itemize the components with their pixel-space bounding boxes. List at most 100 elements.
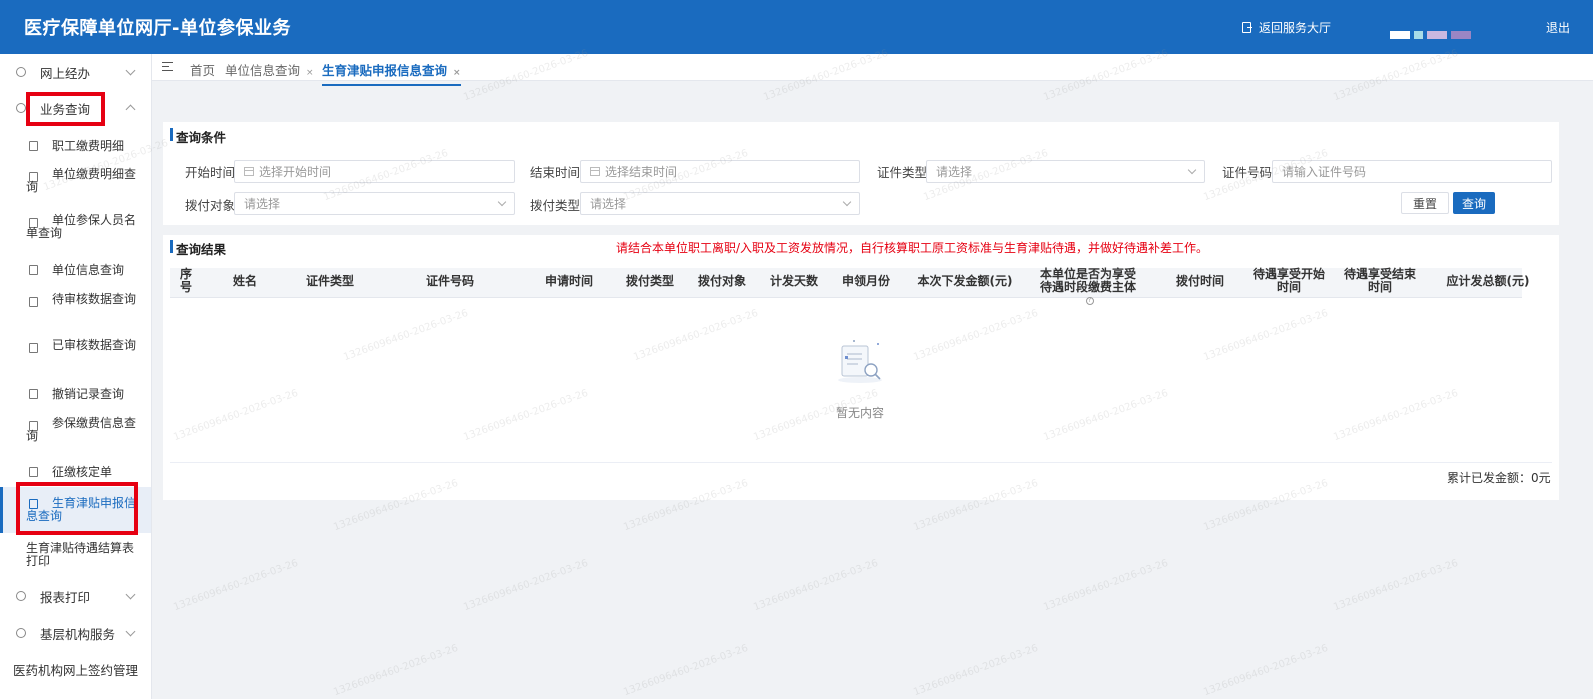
sidebar-item-levy-approval-form[interactable]: 征缴核定单 xyxy=(0,463,151,485)
active-indicator xyxy=(0,487,3,533)
column-header: 证件类型 xyxy=(305,274,354,288)
sidebar-item-label: 征缴核定单 xyxy=(52,465,113,479)
query-button[interactable]: 查询 xyxy=(1453,192,1495,214)
watermark-text: 13266096460-2026-03-26 xyxy=(1042,557,1170,614)
cert-no-input[interactable]: 请输入证件号码 xyxy=(1272,160,1552,183)
sidebar-group-medical-contract[interactable]: 医药机构网上签约管理 xyxy=(0,651,152,687)
notice-text: 请结合本单位职工离职/入职及工资发放情况，自行核算职工原工资标准与生育津贴待遇，… xyxy=(616,241,1209,255)
tab-maternity-allowance-query[interactable]: 生育津贴申报信息查询 × xyxy=(322,60,461,86)
start-time-picker[interactable]: 选择开始时间 xyxy=(234,160,515,183)
online-handling-icon xyxy=(16,67,26,77)
pay-target-label: 拨付对象 xyxy=(185,198,236,213)
watermark-text: 13266096460-2026-03-26 xyxy=(1332,557,1460,614)
sidebar-group-report-print[interactable]: 报表打印 xyxy=(0,578,152,614)
sidebar-item-insurance-payment-info-query[interactable]: 参保缴费信息查询 xyxy=(0,417,151,447)
results-section-title: 查询结果 xyxy=(170,239,226,258)
column-header: 证件号码 xyxy=(425,274,474,288)
app-title: 医疗保障单位网厅-单位参保业务 xyxy=(24,18,291,39)
watermark-text: 13266096460-2026-03-26 xyxy=(752,557,880,614)
tab-home[interactable]: 首页 xyxy=(190,60,215,79)
empty-document-icon xyxy=(838,340,882,383)
sidebar-group-grassroots-service[interactable]: 基层机构服务 xyxy=(0,615,152,651)
sidebar-item-label: 参保缴费信息查询 xyxy=(26,416,137,443)
sidebar-item-revocation-record-query[interactable]: 撤销记录查询 xyxy=(0,385,151,407)
logout-button[interactable]: 退出 xyxy=(1546,19,1570,36)
end-time-label: 结束时间 xyxy=(530,165,581,180)
chevron-down-icon xyxy=(125,626,136,637)
watermark-text: 13266096460-2026-03-26 xyxy=(332,642,460,699)
chevron-up-icon xyxy=(125,104,136,115)
sidebar-group-label: 医药机构网上签约管理 xyxy=(13,662,139,678)
watermark-text: 13266096460-2026-03-26 xyxy=(172,557,300,614)
help-icon[interactable]: ? xyxy=(1085,296,1094,305)
column-header: 拨付类型 xyxy=(625,274,674,288)
sidebar-group-label: 报表打印 xyxy=(40,589,91,605)
column-header: 待遇享受结束时间 xyxy=(1343,267,1416,294)
watermark-text: 13266096460-2026-03-26 xyxy=(462,557,590,614)
chevron-down-icon xyxy=(125,589,136,600)
sidebar-item-label: 单位信息查询 xyxy=(52,263,125,277)
building-icon xyxy=(16,628,26,638)
sidebar-group-label: 网上经办 xyxy=(40,65,91,81)
sidebar-item-label: 生育津贴待遇结算表打印 xyxy=(26,541,135,568)
cert-type-select[interactable]: 请选择 xyxy=(926,160,1205,183)
sidebar-item-insured-staff-list-query[interactable]: 单位参保人员名单查询 xyxy=(0,214,151,244)
chevron-down-icon xyxy=(125,65,136,76)
chevron-down-icon xyxy=(497,197,507,207)
sidebar-group-business-query[interactable]: 业务查询 xyxy=(0,90,152,126)
sidebar-item-label: 待审核数据查询 xyxy=(52,292,137,306)
start-time-placeholder: 选择开始时间 xyxy=(259,165,332,179)
column-header: 本次下发金额(元) xyxy=(917,274,1013,288)
sidebar-item-unit-info-query[interactable]: 单位信息查询 xyxy=(0,261,151,283)
column-header: 拨付对象 xyxy=(697,274,746,288)
sidebar-item-maternity-allowance-query[interactable]: 生育津贴申报信息查询 xyxy=(0,487,151,533)
reset-button[interactable]: 重置 xyxy=(1401,192,1449,214)
sidebar-item-employee-payment-detail[interactable]: 职工缴费明细 xyxy=(0,137,151,159)
sidebar-item-maternity-settlement-print[interactable]: 生育津贴待遇结算表打印 xyxy=(0,542,151,572)
query-section-title: 查询条件 xyxy=(170,127,226,146)
pay-type-label: 拨付类型 xyxy=(530,198,581,213)
total-issued-amount: 累计已发金额：0元 xyxy=(1447,471,1551,485)
sidebar-item-label: 职工缴费明细 xyxy=(52,139,125,153)
column-header: 姓名 xyxy=(232,274,257,288)
chevron-down-icon xyxy=(842,197,852,207)
watermark-text: 13266096460-2026-03-26 xyxy=(1202,642,1330,699)
sidebar-item-label: 生育津贴申报信息查询 xyxy=(26,496,137,523)
sidebar-group-label: 基层机构服务 xyxy=(40,626,116,642)
chevron-down-icon xyxy=(1187,165,1197,175)
sidebar-item-label: 单位缴费明细查询 xyxy=(26,167,137,194)
column-header: 序号 xyxy=(179,267,192,294)
exit-icon xyxy=(1242,22,1252,33)
sidebar-item-reviewed-query[interactable]: 已审核数据查询 xyxy=(0,339,151,369)
close-icon[interactable]: × xyxy=(306,68,314,78)
sidebar-item-label: 已审核数据查询 xyxy=(52,338,137,352)
watermark-text: 13266096460-2026-03-26 xyxy=(912,642,1040,699)
pay-type-select[interactable]: 请选择 xyxy=(580,192,860,215)
sidebar-group-label: 业务查询 xyxy=(40,101,91,117)
masked-username xyxy=(1390,31,1471,39)
close-icon[interactable]: × xyxy=(453,68,461,78)
pay-type-placeholder: 请选择 xyxy=(590,197,627,211)
sidebar-group-online-handling[interactable]: 网上经办 xyxy=(0,54,152,90)
sidebar-item-label: 撤销记录查询 xyxy=(52,387,125,401)
column-header: 计发天数 xyxy=(769,274,818,288)
tab-unit-info-query[interactable]: 单位信息查询 × xyxy=(225,60,314,79)
start-time-label: 开始时间 xyxy=(185,165,236,180)
column-header: 待遇享受开始时间 xyxy=(1252,267,1325,294)
back-label: 返回服务大厅 xyxy=(1259,21,1332,35)
printer-icon xyxy=(16,591,26,601)
cert-no-placeholder: 请输入证件号码 xyxy=(1282,165,1367,179)
pay-target-placeholder: 请选择 xyxy=(244,197,281,211)
column-header: 申请时间 xyxy=(544,274,593,288)
column-header: 应计发总额(元) xyxy=(1446,274,1530,288)
back-to-service-hall-link[interactable]: 返回服务大厅 xyxy=(1242,19,1331,36)
divider xyxy=(170,462,1552,463)
column-header: 拨付时间 xyxy=(1175,274,1224,288)
menu-toggle-icon[interactable] xyxy=(162,62,173,71)
end-time-picker[interactable]: 选择结束时间 xyxy=(580,160,860,183)
column-header: 申领月份 xyxy=(841,274,890,288)
pay-target-select[interactable]: 请选择 xyxy=(234,192,515,215)
column-header: 本单位是否为享受待遇时段缴费主体? xyxy=(1039,267,1136,305)
sidebar-item-pending-review-query[interactable]: 待审核数据查询 xyxy=(0,293,151,323)
sidebar-item-unit-payment-detail-query[interactable]: 单位缴费明细查询 xyxy=(0,168,151,198)
